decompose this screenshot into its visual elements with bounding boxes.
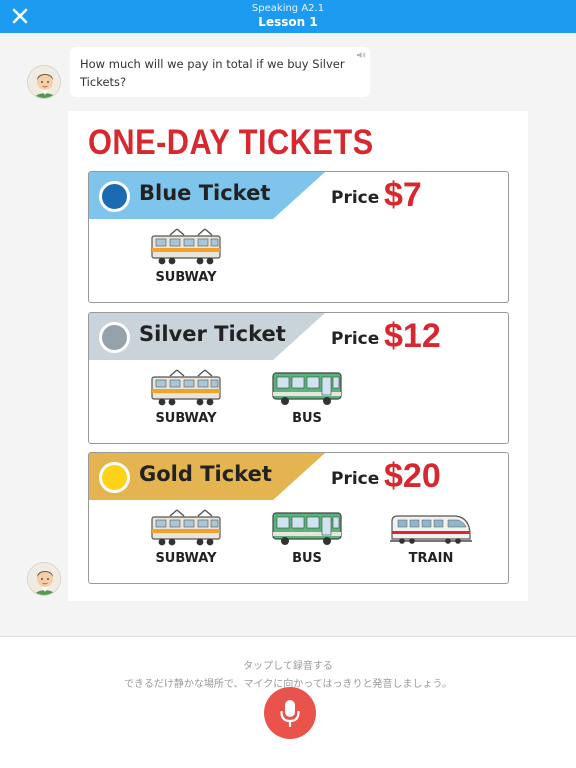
tutor-avatar [27, 65, 61, 99]
blue-ticket-panel: Blue Ticket Price $7 SUBWAY [88, 171, 509, 303]
vehicle-train: TRAIN [386, 509, 476, 566]
vehicle-label: BUS [292, 551, 322, 566]
vehicle-label: SUBWAY [155, 411, 217, 426]
record-button[interactable] [264, 687, 316, 739]
silver-ticket-panel: Silver Ticket Price $12 SUBWAY BUS [88, 312, 509, 444]
bus-icon [272, 512, 342, 545]
vehicle-subway: SUBWAY [141, 228, 231, 285]
lesson-title-group: Speaking A2.1 Lesson 1 [0, 2, 576, 30]
vehicle-label: TRAIN [408, 551, 454, 566]
ticket-color-dot [99, 181, 130, 212]
bus-icon [272, 372, 342, 405]
price-value: $20 [384, 457, 441, 495]
vehicle-label: SUBWAY [155, 551, 217, 566]
train-icon [390, 515, 472, 544]
tutor-avatar [27, 562, 61, 596]
chat-content: How much will we pay in total if we buy … [0, 33, 576, 636]
vehicle-subway: SUBWAY [141, 509, 231, 566]
ticket-name: Blue Ticket [139, 181, 271, 205]
subway-icon [151, 228, 221, 265]
record-hint-title: タップして録音する [243, 661, 333, 672]
vehicle-bus: BUS [262, 509, 352, 566]
ticket-info-card: ONE-DAY TICKETS Blue Ticket Price $7 SUB… [68, 111, 528, 601]
card-title: ONE-DAY TICKETS [88, 123, 374, 162]
subway-icon [151, 369, 221, 406]
lesson-subtitle: Speaking A2.1 [251, 3, 325, 14]
ticket-color-dot [99, 462, 130, 493]
speaker-icon[interactable] [356, 50, 366, 60]
question-bubble: How much will we pay in total if we buy … [70, 47, 370, 97]
ticket-color-dot [99, 322, 130, 353]
ticket-name: Gold Ticket [139, 462, 272, 486]
price-value: $7 [384, 176, 422, 214]
record-footer: タップして録音する できるだけ静かな場所で、マイクに向かってはっきりと発音しまし… [0, 636, 576, 768]
price-value: $12 [384, 317, 441, 355]
price-label: Price [331, 469, 380, 489]
vehicle-bus: BUS [262, 369, 352, 426]
ticket-name: Silver Ticket [139, 322, 286, 346]
lesson-title: Lesson 1 [258, 15, 318, 29]
vehicle-label: BUS [292, 411, 322, 426]
price-label: Price [331, 329, 380, 349]
vehicle-subway: SUBWAY [141, 369, 231, 426]
price-label: Price [331, 188, 380, 208]
microphone-icon [280, 700, 300, 727]
subway-icon [151, 509, 221, 546]
vehicle-label: SUBWAY [155, 270, 217, 285]
question-text: How much will we pay in total if we buy … [80, 57, 345, 89]
top-bar: Speaking A2.1 Lesson 1 [0, 0, 576, 33]
gold-ticket-panel: Gold Ticket Price $20 SUBWAY BUS TRAIN [88, 452, 509, 584]
